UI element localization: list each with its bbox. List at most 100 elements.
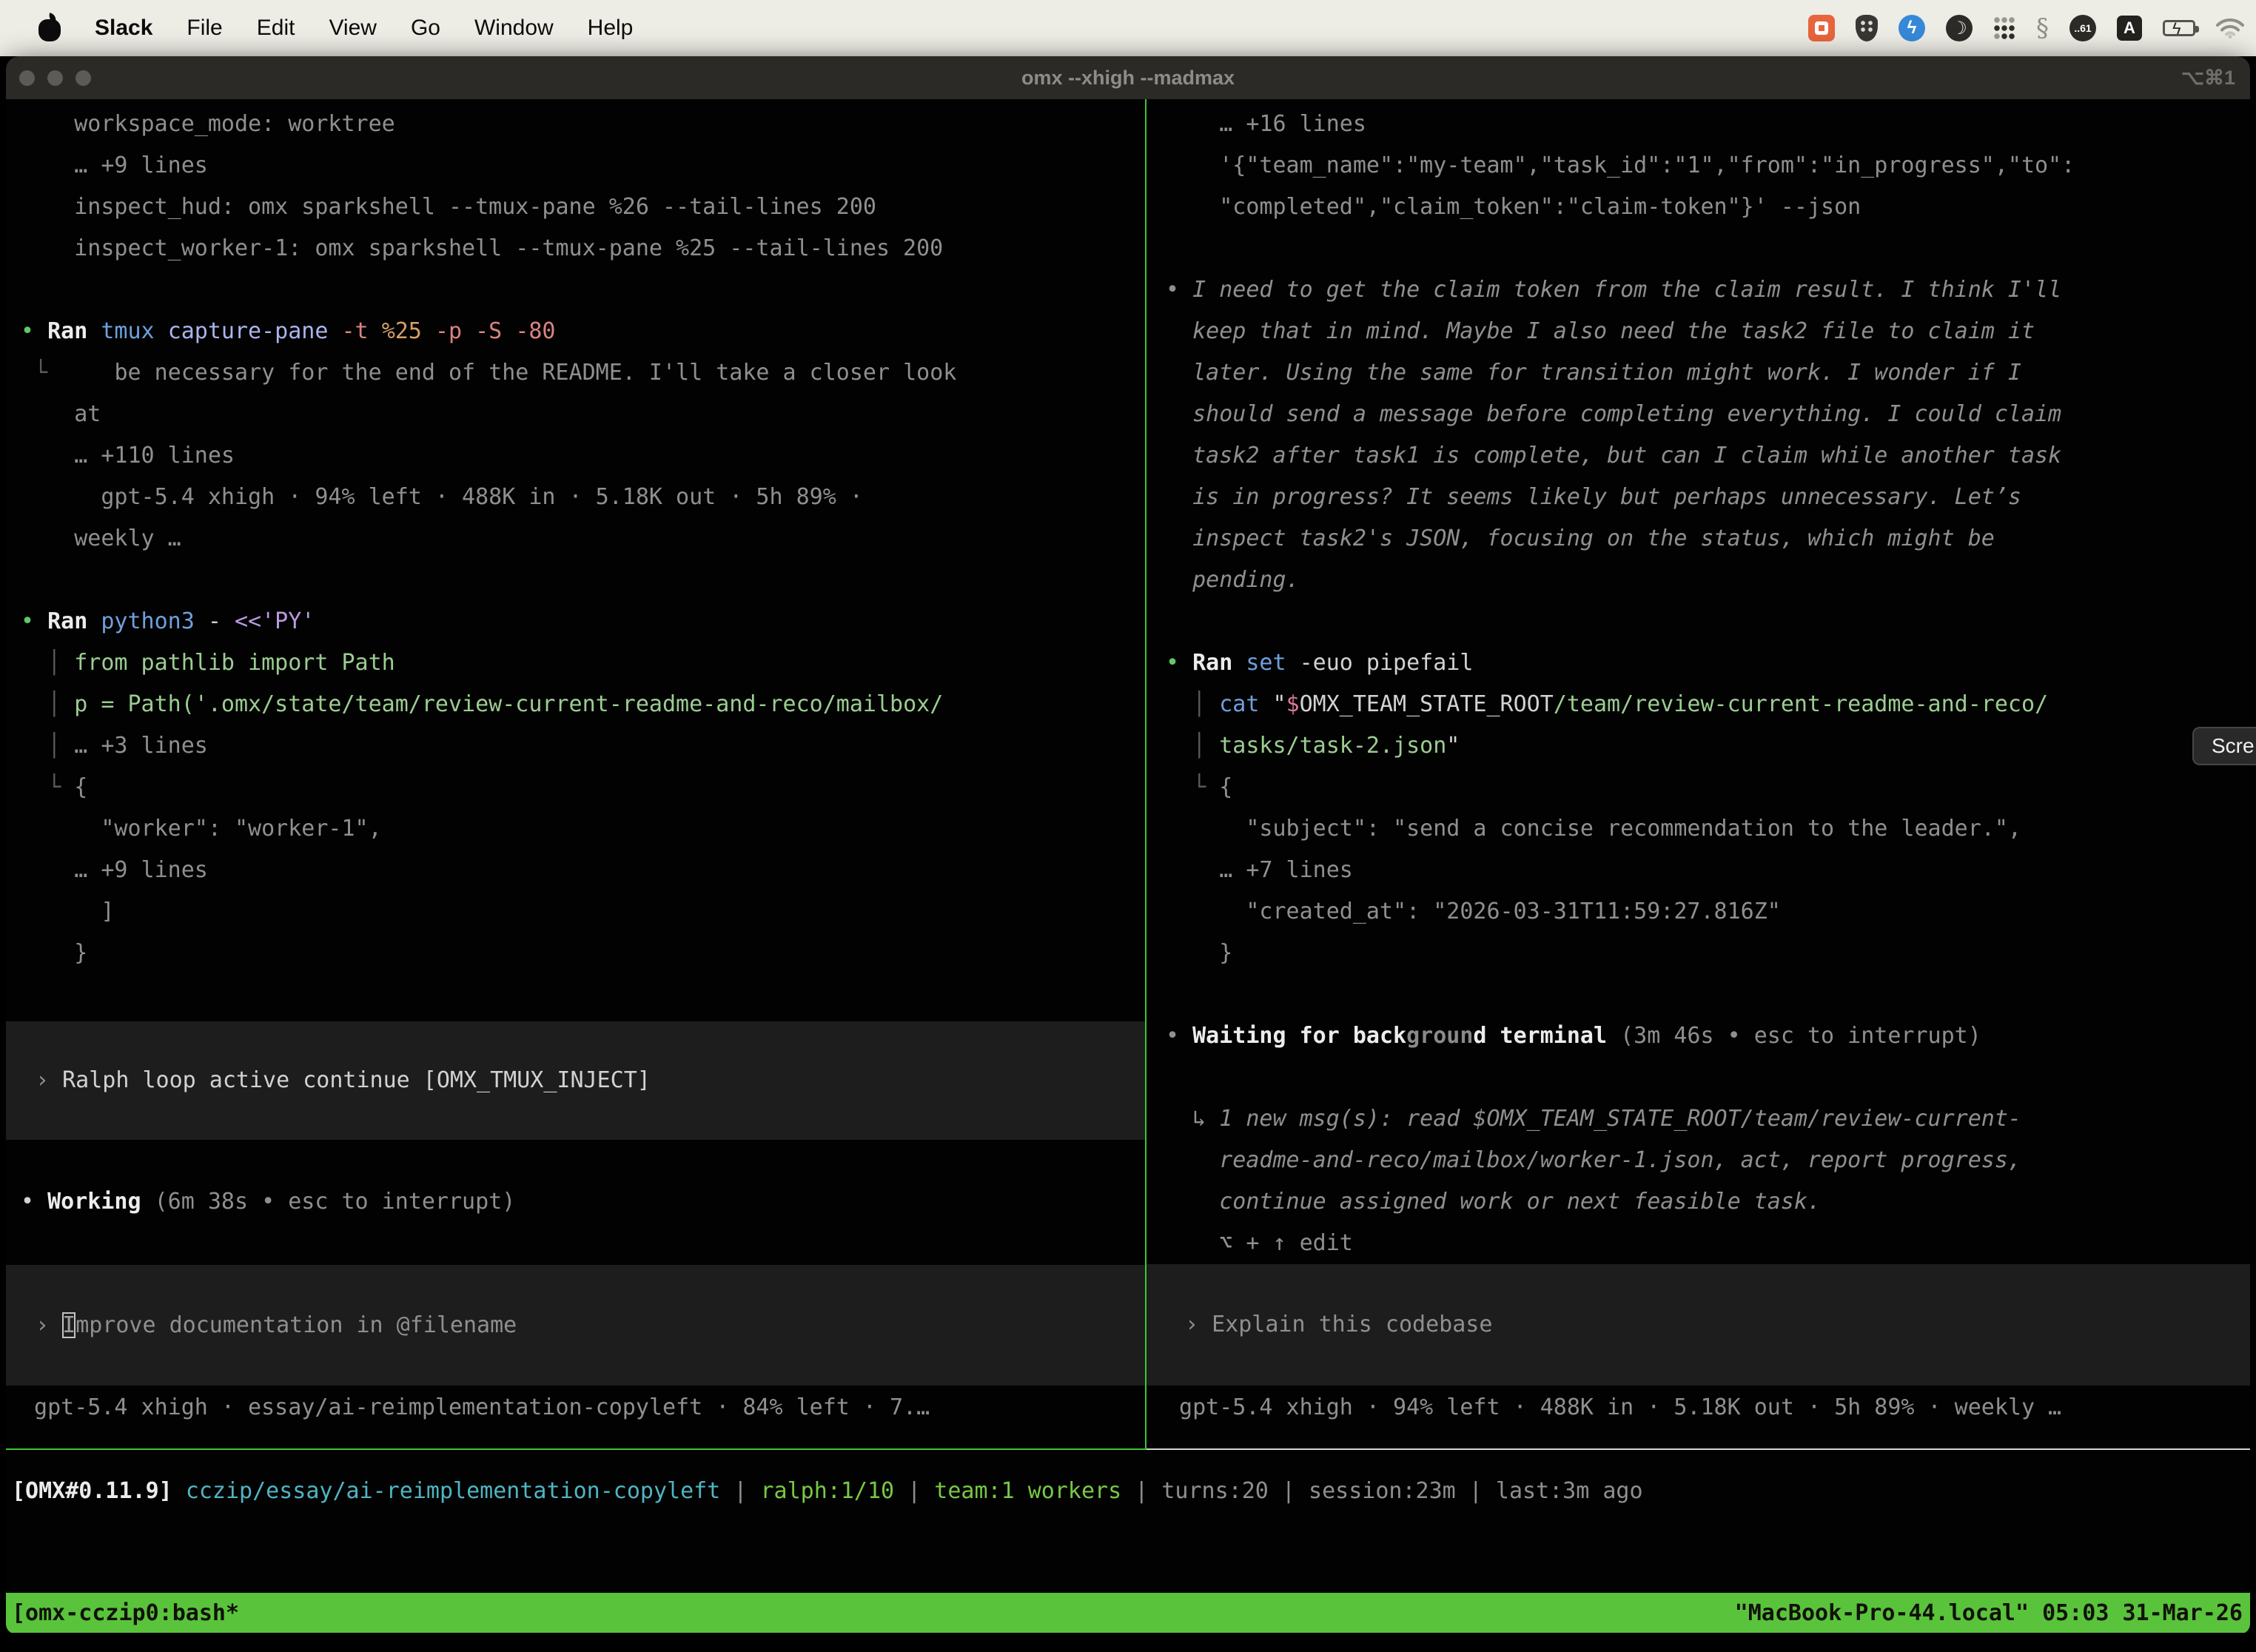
terminal-line: "completed","claim_token":"claim-token"}… (1147, 187, 2250, 228)
prompt-input-left[interactable]: › Improve documentation in @filename (6, 1265, 1145, 1386)
terminal-line: › Ralph loop active continue [OMX_TMUX_I… (21, 1060, 651, 1101)
terminal-line: │ from pathlib import Path (6, 642, 1145, 684)
terminal-line: is in progress? It seems likely but perh… (1147, 477, 2250, 518)
window-title: omx --xhigh --madmax (1021, 67, 1235, 90)
terminal-line: • Waiting for background terminal (3m 46… (1147, 1015, 2250, 1057)
terminal-line (1147, 974, 2250, 1015)
terminal-line: └ { (1147, 767, 2250, 808)
terminal-line: keep that in mind. Maybe I also need the… (1147, 311, 2250, 352)
left-pane-scrollback: workspace_mode: worktree … +9 lines insp… (6, 99, 1145, 974)
terminal-line: … +9 lines (6, 145, 1145, 187)
terminal-line: │ p = Path('.omx/state/team/review-curre… (6, 684, 1145, 725)
right-pane-scrollback: … +16 lines '{"team_name":"my-team","tas… (1147, 99, 2250, 1264)
terminal-line: "created_at": "2026-03-31T11:59:27.816Z" (1147, 891, 2250, 933)
path-icon[interactable]: § (2036, 13, 2049, 43)
terminal-line: '{"team_name":"my-team","task_id":"1","f… (1147, 145, 2250, 187)
terminal-line: └ be necessary for the end of the README… (6, 352, 1145, 394)
screen-tooltip-label: Scre (2212, 734, 2255, 758)
crescent-icon[interactable]: ☽ (1946, 15, 1973, 41)
terminal-line: › Explain this codebase (1166, 1304, 1492, 1346)
terminal-line: ⌥ + ↑ edit (1147, 1223, 2250, 1264)
terminal-line: ↳ 1 new msg(s): read $OMX_TEAM_STATE_ROO… (1147, 1098, 2250, 1140)
left-session-statusline: gpt-5.4 xhigh · essay/ai-reimplementatio… (6, 1387, 1145, 1428)
terminal-line (1147, 228, 2250, 269)
terminal-line: readme-and-reco/mailbox/worker-1.json, a… (1147, 1140, 2250, 1181)
menu-item-edit[interactable]: Edit (257, 16, 295, 41)
blue-lightning-icon[interactable]: ϟ (1899, 15, 1925, 41)
prompt-input-right[interactable]: › Explain this codebase (1147, 1264, 2250, 1386)
terminal-window: omx --xhigh --madmax ⌥⌘1 workspace_mode:… (6, 56, 2250, 1634)
right-session-statusline: gpt-5.4 xhigh · 94% left · 488K in · 5.1… (1147, 1387, 2250, 1428)
terminal-line: • Working (6m 38s • esc to interrupt) (6, 1181, 1145, 1223)
omx-status-bar: [OMX#0.11.9] cczip/essay/ai-reimplementa… (6, 1471, 2250, 1512)
terminal-line: gpt-5.4 xhigh · 94% left · 488K in · 5.1… (1147, 1387, 2250, 1428)
terminal-line: • I need to get the claim token from the… (1147, 269, 2250, 311)
wifi-icon[interactable] (2216, 18, 2244, 38)
minimize-button[interactable] (47, 70, 63, 86)
terminal-line: } (1147, 933, 2250, 974)
terminal-line: at (6, 394, 1145, 435)
terminal-line: │ cat "$OMX_TEAM_STATE_ROOT/team/review-… (1147, 684, 2250, 725)
window-shortcut: ⌥⌘1 (2181, 56, 2235, 99)
menu-item-go[interactable]: Go (411, 16, 440, 41)
terminal-line: weekly … (6, 518, 1145, 560)
menu-item-view[interactable]: View (329, 16, 376, 41)
terminal-line: inspect_hud: omx sparkshell --tmux-pane … (6, 187, 1145, 228)
terminal-line (6, 560, 1145, 601)
menu-bar: Slack File Edit View Go Window Help ϟ ☽ … (0, 0, 2256, 56)
battery-percentage-icon[interactable]: ..61 (2069, 15, 2096, 41)
tmux-host-clock: "MacBook-Pro-44.local" 05:03 31-Mar-26 (1735, 1600, 2243, 1626)
terminal-line (6, 269, 1145, 311)
apple-menu-icon[interactable] (37, 13, 62, 43)
screen-tooltip: Scre (2192, 727, 2256, 765)
terminal-line: ] (6, 891, 1145, 933)
terminal-line: inspect_worker-1: omx sparkshell --tmux-… (6, 228, 1145, 269)
terminal-line: continue assigned work or next feasible … (1147, 1181, 2250, 1223)
menu-status-icons: ϟ ☽ § ..61 A ϟ (1808, 13, 2244, 43)
terminal-line: "subject": "send a concise recommendatio… (1147, 808, 2250, 850)
terminal-line: │ … +3 lines (6, 725, 1145, 767)
terminal-line: later. Using the same for transition mig… (1147, 352, 2250, 394)
terminal-line (1147, 1057, 2250, 1098)
terminal-line: [OMX#0.11.9] cczip/essay/ai-reimplementa… (12, 1471, 2250, 1512)
battery-icon[interactable]: ϟ (2163, 20, 2195, 36)
terminal-line: … +16 lines (1147, 104, 2250, 145)
menu-app-name[interactable]: Slack (95, 16, 152, 41)
terminal-line: pending. (1147, 560, 2250, 601)
working-status: • Working (6m 38s • esc to interrupt) (6, 1181, 1145, 1223)
menu-item-help[interactable]: Help (588, 16, 634, 41)
menu-item-file[interactable]: File (187, 16, 222, 41)
right-pane[interactable]: … +16 lines '{"team_name":"my-team","tas… (1147, 99, 2250, 1450)
terminal-content: workspace_mode: worktree … +9 lines insp… (6, 99, 2250, 1450)
menu-item-window[interactable]: Window (474, 16, 554, 41)
terminal-line: "worker": "worker-1", (6, 808, 1145, 850)
terminal-line: • Ran tmux capture-pane -t %25 -p -S -80 (6, 311, 1145, 352)
terminal-line: } (6, 933, 1145, 974)
grid-dots-icon[interactable] (1993, 17, 2015, 39)
terminal-line: … +9 lines (6, 850, 1145, 891)
zoom-button[interactable] (75, 70, 91, 86)
terminal-line: gpt-5.4 xhigh · essay/ai-reimplementatio… (6, 1387, 1145, 1428)
terminal-line: inspect task2's JSON, focusing on the st… (1147, 518, 2250, 560)
terminal-line: › Improve documentation in @filename (21, 1305, 517, 1346)
terminal-line: … +7 lines (1147, 850, 2250, 891)
ralph-loop-banner: › Ralph loop active continue [OMX_TMUX_I… (6, 1021, 1145, 1140)
terminal-line: └ { (6, 767, 1145, 808)
tmux-status-bar: [omx-cczip0:bash* "MacBook-Pro-44.local"… (6, 1593, 2250, 1633)
close-button[interactable] (19, 70, 35, 86)
screenshot-app-icon[interactable] (1808, 15, 1835, 41)
terminal-line: … +110 lines (6, 435, 1145, 477)
terminal-line: workspace_mode: worktree (6, 104, 1145, 145)
terminal-line: │ tasks/task-2.json" (1147, 725, 2250, 767)
terminal-line: gpt-5.4 xhigh · 94% left · 488K in · 5.1… (6, 477, 1145, 518)
terminal-line: should send a message before completing … (1147, 394, 2250, 435)
input-source-icon[interactable]: A (2117, 16, 2142, 41)
left-pane[interactable]: workspace_mode: worktree … +9 lines insp… (6, 99, 1145, 1450)
window-titlebar: omx --xhigh --madmax ⌥⌘1 (6, 56, 2250, 99)
shield-icon[interactable] (1856, 15, 1878, 41)
terminal-line: • Ran set -euo pipefail (1147, 642, 2250, 684)
battery-bolt-icon: ϟ (2172, 19, 2181, 38)
terminal-line: • Ran python3 - <<'PY' (6, 601, 1145, 642)
terminal-line (1147, 601, 2250, 642)
tmux-session-name[interactable]: [omx-cczip0:bash* (12, 1600, 239, 1626)
